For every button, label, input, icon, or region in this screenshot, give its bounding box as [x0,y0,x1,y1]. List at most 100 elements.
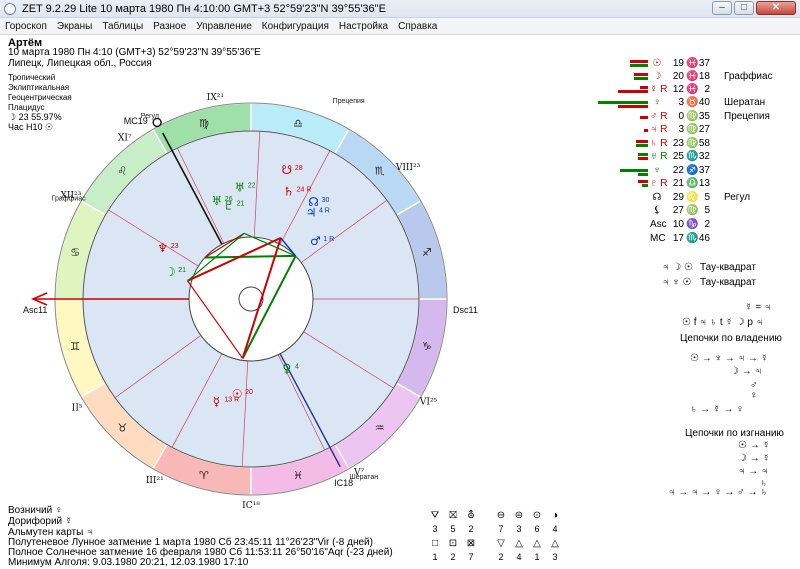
aspect-count: 7 [468,552,474,562]
zodiac-sign-sector [151,102,252,155]
aspect-count: 1 [432,552,438,562]
zodiac-sign-glyph: ♈ [199,469,209,482]
aspect-line [187,232,245,282]
planet-symbol: ♅ R [650,151,668,162]
aspect-filter-button[interactable]: △ [530,538,544,550]
ic-axis [279,353,341,468]
planet-symbol: Asc [650,219,667,230]
planet-degree-label: 30 [322,197,330,204]
dsc-label: Dsc11 [453,305,478,315]
strength-bar [630,60,648,63]
menu-control[interactable]: Управление [191,21,257,32]
zet-app-window: ZET 9.2.29 Lite 10 марта 1980 Пн 4:10:00… [0,0,800,569]
aspect-count: 6 [534,524,540,534]
planet-symbol: ♀ [653,97,661,108]
planet-glyph: ♂ [310,234,321,248]
aspect-filter-button[interactable]: △ [512,538,526,550]
hour-ruler: Час H10 ☉ [8,122,54,132]
aspect-filter-button[interactable]: ⊙ [530,510,544,522]
menu-configuration[interactable]: Конфигурация [257,21,334,32]
aspect-filter-button[interactable]: ◑ [548,510,562,522]
aspect-filter-button[interactable]: ⛢ [464,510,478,522]
planet-row: ☿ R 12 ♓ 2 [592,84,712,97]
asc-label: Asc11 [23,305,47,315]
house-number-label: XII²³ [60,191,81,201]
planet-symbol: ☉ [652,58,662,69]
center-hub [238,286,264,312]
house-cusp-line [279,150,331,245]
strength-bar [618,105,648,108]
aspect-filter-button[interactable]: ⛝ [446,510,460,522]
exile-chain-3: ♃ → ♃ [738,466,769,477]
zodiac-sign-sector [80,381,169,470]
planet-degree-label: 24 R [297,187,312,194]
close-button[interactable]: ✕ [756,1,796,15]
inner-circle [188,236,314,362]
menu-settings[interactable]: Настройка [334,21,393,32]
planet-minute: 18 [698,71,710,82]
menu-bar: Гороскоп Экраны Таблицы Разное Управлени… [0,18,800,35]
aspect-count: 1 [534,552,540,562]
aspect-count: 2 [498,552,504,562]
planet-degree: 12 [672,84,684,95]
setting-center: Геоцентрическая [8,93,72,102]
minimize-button[interactable]: – [712,1,732,15]
strength-bar [620,169,648,172]
planet-minute: 2 [704,219,710,230]
zodiac-sign-glyph: ♋ [70,246,80,259]
rulership-chains-title: Цепочки по владению [680,333,782,344]
aspect-filter-button[interactable]: ⊡ [446,538,460,550]
aspect-filter-button[interactable]: □ [428,538,442,550]
house-cusp-line [108,209,199,267]
aspect-filter-button[interactable]: ⊜ [512,510,526,522]
aspect-line [187,236,282,282]
planet-row: ☉ 19 ♓ 37 [592,58,712,71]
planet-degree-label: 4 [295,364,299,371]
aspect-filter-button[interactable]: △ [548,538,562,550]
planet-degree-label: 21 [237,201,245,208]
aspect-filter-button[interactable]: ▽ [494,538,508,550]
planet-degree-label: 23 [171,243,179,250]
menu-tables[interactable]: Таблицы [97,21,148,32]
zodiac-sign-sector [54,298,107,399]
planet-symbol: ♄ R [650,138,668,149]
planet-degree: 21 [672,178,684,189]
aspect-pattern-1-label: Тау-квадрат [700,262,756,273]
aspect-filter-button[interactable]: ⊖ [494,510,508,522]
menu-misc[interactable]: Разное [148,21,191,32]
planet-minute: 27 [698,124,710,135]
aspect-filter-button[interactable]: ⛛ [428,510,442,522]
zodiac-sign-glyph: ♊ [70,340,80,353]
house-number-label: VI²⁵ [419,398,438,408]
zodiac-sign-glyph: ♏ [375,164,385,177]
maximize-button[interactable]: □ [734,1,754,15]
mc-marker-icon [152,117,162,128]
exile-chain-5: ♃ → ♃ → ♀ → ♂ → ♄ [668,487,768,498]
zodiac-sign-glyph: ♎ [293,117,303,130]
strength-bar [634,77,648,80]
exile-chain-2: ☽ → ☿ [738,453,771,464]
menu-screens[interactable]: Экраны [52,21,97,32]
planet-glyph: ♀ [283,362,292,376]
planet-degree: 0 [678,111,684,122]
fixed-star-label: Граффиас [52,195,87,202]
zodiac-sign-glyph: ♉ [117,422,127,435]
house-number-label: V⁷ [353,468,364,478]
planet-row: ⚸ 27 ♍ 5 [592,205,712,218]
aspect-filter-button[interactable]: ⊠ [464,538,478,550]
charioteer-info: Возничий ♀ [8,505,63,516]
fixed-star-name: Шератан [724,97,766,108]
strength-bar [630,64,648,67]
aspect-count: 3 [432,524,438,534]
fixed-star-label: Регул [141,113,159,120]
aspect-line [204,232,245,259]
menu-help[interactable]: Справка [393,21,442,32]
menu-horoscope[interactable]: Гороскоп [0,21,52,32]
strength-bar [644,129,648,132]
exile-chains-title: Цепочки по изгнанию [685,428,784,439]
setting-coords: Эклиптикальная [8,83,70,92]
zodiac-sign-glyph: ♌ [117,164,127,177]
chart-location: Липецк, Липецкая обл., Россия [8,58,152,69]
zodiac-sign-sector [395,298,448,399]
rulership-chain-2: ☽ → ♃ [730,366,763,377]
